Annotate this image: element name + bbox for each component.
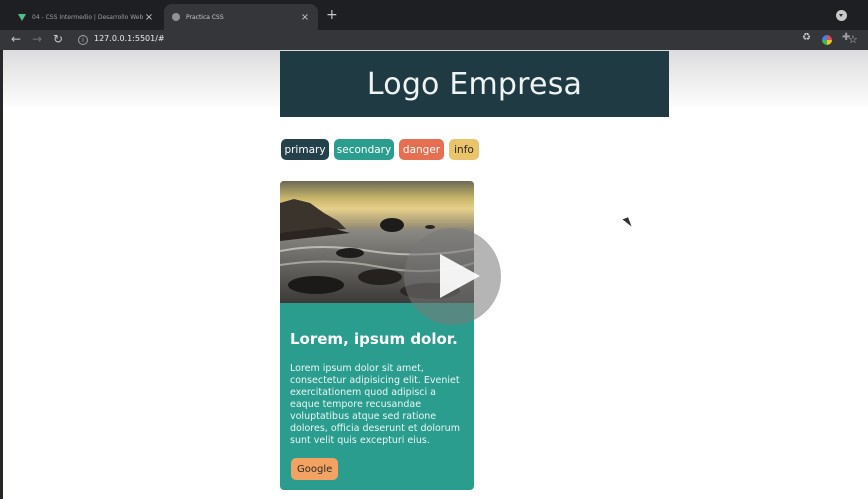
play-triangle-icon	[440, 254, 480, 298]
content-card: Lorem, ipsum dolor. Lorem ipsum dolor si…	[280, 181, 474, 490]
mouse-cursor-icon	[622, 217, 632, 229]
back-icon[interactable]: ←	[11, 31, 21, 48]
tab-title: 04 - CSS Intermedio | Desarrollo Web	[32, 13, 144, 21]
tab-strip: 04 - CSS Intermedio | Desarrollo Web × P…	[0, 0, 868, 30]
left-edge	[0, 50, 3, 499]
primary-button[interactable]: primary	[281, 139, 329, 160]
logo-title: Logo Empresa	[366, 66, 583, 102]
url-text[interactable]: 127.0.0.1:5501/#	[94, 34, 165, 43]
play-video-icon[interactable]	[404, 228, 501, 325]
reload-icon[interactable]: ↻	[53, 31, 63, 48]
site-info-icon[interactable]: i	[78, 35, 88, 45]
button-group: primary secondary danger info	[281, 139, 479, 160]
google-button[interactable]: Google	[291, 458, 339, 480]
site-header: Logo Empresa	[280, 51, 669, 117]
close-tab-icon[interactable]: ×	[300, 12, 310, 23]
tab-title: Practica CSS	[186, 13, 224, 21]
tab-search-icon[interactable]	[836, 10, 847, 21]
forward-icon[interactable]: →	[32, 31, 42, 48]
browser-window: 04 - CSS Intermedio | Desarrollo Web × P…	[0, 0, 868, 499]
color-picker-extension-icon[interactable]	[822, 35, 832, 45]
globe-favicon-icon	[172, 13, 180, 21]
extensions-puzzle-icon[interactable]: ✚	[842, 32, 852, 43]
new-tab-button[interactable]: +	[326, 7, 338, 23]
page-viewport: Logo Empresa primary secondary danger in…	[0, 50, 868, 499]
danger-button[interactable]: danger	[399, 139, 444, 160]
tab-css-intermedio[interactable]: 04 - CSS Intermedio | Desarrollo Web ×	[10, 4, 162, 30]
card-title: Lorem, ipsum dolor.	[290, 330, 458, 348]
recycle-extension-icon[interactable]: ♻	[802, 32, 812, 43]
card-text: Lorem ipsum dolor sit amet, consectetur …	[290, 363, 460, 446]
browser-toolbar: ← → ↻ i 127.0.0.1:5501/# ☆ ♻ ✚	[0, 30, 868, 50]
secondary-button[interactable]: secondary	[334, 139, 394, 160]
close-tab-icon[interactable]: ×	[144, 12, 154, 23]
address-bar[interactable]: i 127.0.0.1:5501/# ☆	[72, 31, 858, 49]
vue-favicon-icon	[18, 13, 26, 21]
tab-practica-css[interactable]: Practica CSS ×	[164, 4, 318, 30]
info-button[interactable]: info	[449, 139, 479, 160]
